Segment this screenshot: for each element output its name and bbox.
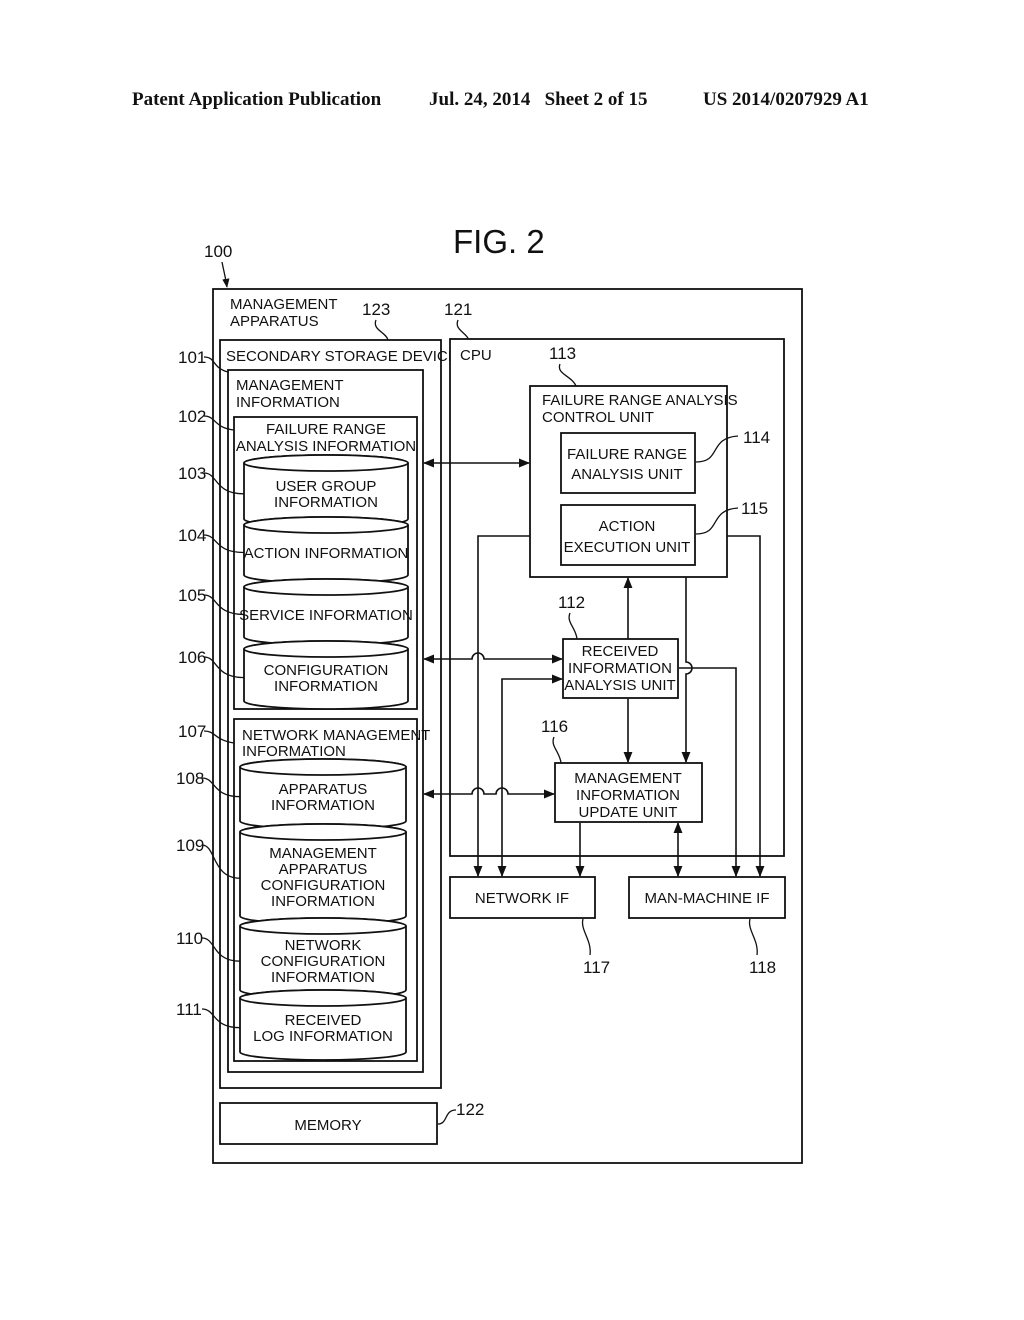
database-label-line: SERVICE INFORMATION xyxy=(239,607,413,624)
database-108: APPARATUSINFORMATION 108 xyxy=(176,758,407,830)
ref-113: 113 xyxy=(549,344,576,363)
apparatus-label-2: APPARATUS xyxy=(230,313,319,330)
database-label-line: RECEIVED xyxy=(285,1012,362,1029)
update-unit-label-3: UPDATE UNIT xyxy=(579,804,678,821)
secondary-storage-label: SECONDARY STORAGE DEVICE xyxy=(226,348,458,365)
block-diagram: FIG. 2 100 MANAGEMENT APPARATUS 123 SECO… xyxy=(176,223,803,1164)
ref-123: 123 xyxy=(362,300,390,319)
database-cylinder-top xyxy=(243,578,409,596)
ref-118: 118 xyxy=(749,958,776,977)
received-unit-label-2: INFORMATION xyxy=(568,660,672,677)
ref-101: 101 xyxy=(178,348,206,367)
received-unit-label-3: ANALYSIS UNIT xyxy=(564,677,675,694)
ref-114: 114 xyxy=(743,428,770,447)
control-unit-label-1: FAILURE RANGE ANALYSIS xyxy=(542,392,738,409)
database-111: RECEIVEDLOG INFORMATION 111 xyxy=(176,989,407,1061)
failure-range-info-label-2: ANALYSIS INFORMATION xyxy=(236,438,416,455)
ref-115: 115 xyxy=(741,499,768,518)
update-unit-label-2: INFORMATION xyxy=(576,787,680,804)
ref-117: 117 xyxy=(583,958,610,977)
cpu-label: CPU xyxy=(460,347,492,364)
memory-label: MEMORY xyxy=(294,1117,361,1134)
database-label-line: INFORMATION xyxy=(271,969,375,986)
failure-range-info-label-1: FAILURE RANGE xyxy=(266,421,386,438)
ref-104: 104 xyxy=(178,526,206,545)
ref-102: 102 xyxy=(178,407,206,426)
ref-108: 108 xyxy=(176,769,204,788)
ref-106: 106 xyxy=(178,648,206,667)
ref-100: 100 xyxy=(204,242,232,261)
database-cylinder-top xyxy=(243,454,409,472)
database-label-line: NETWORK xyxy=(285,937,362,954)
database-label-line: USER GROUP xyxy=(276,478,377,495)
analysis-unit-label-1: FAILURE RANGE xyxy=(567,446,687,463)
database-label-line: APPARATUS xyxy=(279,861,368,878)
failure-range-analysis-unit-box xyxy=(560,432,696,494)
management-information-label-2: INFORMATION xyxy=(236,394,340,411)
ref-110: 110 xyxy=(176,929,203,948)
database-cylinder-top xyxy=(243,640,409,658)
database-cylinder-top xyxy=(243,516,409,534)
database-cylinder-top xyxy=(239,989,407,1007)
database-label-line: INFORMATION xyxy=(271,893,375,910)
ref-121: 121 xyxy=(444,300,472,319)
control-unit-label-2: CONTROL UNIT xyxy=(542,409,654,426)
database-110: NETWORKCONFIGURATIONINFORMATION 110 xyxy=(176,917,407,999)
database-label-line: ACTION INFORMATION xyxy=(244,545,409,562)
action-unit-label-2: EXECUTION UNIT xyxy=(564,539,691,556)
ref-109: 109 xyxy=(176,836,204,855)
database-label-line: INFORMATION xyxy=(274,494,378,511)
update-unit-label-1: MANAGEMENT xyxy=(574,770,682,787)
database-cylinder-top xyxy=(239,917,407,935)
database-cylinder-top xyxy=(239,823,407,841)
database-label-line: INFORMATION xyxy=(274,678,378,695)
database-label-line: CONFIGURATION xyxy=(261,953,386,970)
analysis-unit-label-2: ANALYSIS UNIT xyxy=(571,466,682,483)
leader-100 xyxy=(221,261,230,288)
action-execution-unit-box xyxy=(560,504,696,566)
ref-103: 103 xyxy=(178,464,206,483)
database-label-line: APPARATUS xyxy=(279,781,368,798)
database-label-line: MANAGEMENT xyxy=(269,845,377,862)
ref-122: 122 xyxy=(456,1100,484,1119)
received-unit-label-1: RECEIVED xyxy=(582,643,659,660)
ref-107: 107 xyxy=(178,722,206,741)
network-mgmt-info-label-1: NETWORK MANAGEMENT xyxy=(242,727,430,744)
database-label-line: CONFIGURATION xyxy=(261,877,386,894)
network-mgmt-info-label-2: INFORMATION xyxy=(242,743,346,760)
ref-105: 105 xyxy=(178,586,206,605)
management-information-label-1: MANAGEMENT xyxy=(236,377,344,394)
apparatus-label-1: MANAGEMENT xyxy=(230,296,338,313)
ref-111: 111 xyxy=(176,1000,202,1019)
database-label-line: CONFIGURATION xyxy=(264,662,389,679)
database-label-line: INFORMATION xyxy=(271,797,375,814)
database-cylinder-top xyxy=(239,758,407,776)
figure-title: FIG. 2 xyxy=(453,223,545,260)
ref-116: 116 xyxy=(541,717,568,736)
network-if-label: NETWORK IF xyxy=(475,890,569,907)
man-machine-if-label: MAN-MACHINE IF xyxy=(645,890,770,907)
ref-112: 112 xyxy=(558,593,585,612)
database-109: MANAGEMENTAPPARATUSCONFIGURATIONINFORMAT… xyxy=(176,823,407,925)
action-unit-label-1: ACTION xyxy=(599,518,656,535)
database-label-line: LOG INFORMATION xyxy=(253,1028,393,1045)
